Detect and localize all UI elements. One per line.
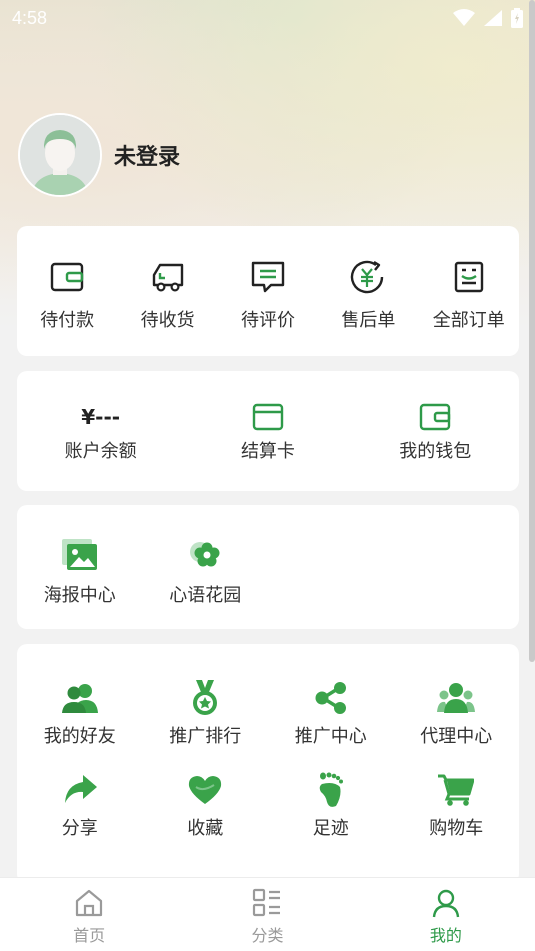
my-friends[interactable]: 我的好友 [17, 678, 143, 748]
category-icon [253, 888, 281, 917]
profile-header[interactable]: 未登录 [18, 113, 180, 197]
forward-arrow-icon [64, 775, 97, 803]
agent-center[interactable]: 代理中心 [394, 678, 520, 748]
battery-icon [511, 8, 523, 28]
flower-icon [190, 542, 220, 567]
order-pending-review[interactable]: 待评价 [218, 258, 318, 332]
my-wallet[interactable]: 我的钱包 [352, 401, 519, 463]
status-time: 4:58 [12, 7, 48, 28]
balance-value: ¥--- [81, 405, 121, 429]
heart-icon [189, 776, 222, 804]
purse-icon [420, 403, 451, 431]
order-label: 待收货 [140, 310, 195, 331]
scrollbar[interactable] [529, 0, 535, 662]
poster-center[interactable]: 海报中心 [17, 535, 143, 607]
status-icons [453, 8, 523, 28]
service-label: 代理中心 [420, 726, 493, 747]
service-label: 分享 [61, 818, 98, 839]
favorites[interactable]: 收藏 [143, 770, 269, 840]
comment-icon [251, 261, 285, 293]
tab-label: 我的 [429, 926, 462, 945]
settlement-card[interactable]: 结算卡 [184, 401, 351, 463]
tab-label: 首页 [73, 926, 106, 945]
card-icon [252, 403, 284, 431]
card-label: 结算卡 [240, 441, 295, 462]
tab-label: 分类 [251, 926, 284, 945]
order-label: 售后单 [341, 310, 396, 331]
cart-icon [438, 774, 475, 806]
user-icon [432, 889, 460, 918]
tab-category[interactable]: 分类 [178, 878, 356, 951]
service-label: 购物车 [429, 818, 484, 839]
orders-icon [454, 261, 483, 293]
home-icon [76, 889, 103, 917]
service-label: 我的好友 [43, 726, 116, 747]
heart-garden[interactable]: 心语花园 [143, 535, 269, 607]
tab-home[interactable]: 首页 [0, 878, 178, 951]
share[interactable]: 分享 [17, 770, 143, 840]
wallet-icon [50, 262, 84, 292]
order-label: 待评价 [240, 310, 295, 331]
truck-icon [152, 263, 183, 292]
picture-icon [61, 539, 97, 570]
purse-label: 我的钱包 [399, 441, 472, 462]
share-nodes-icon [315, 682, 346, 714]
services-card: 我的好友 推广排行 推广中心 代理中心 分享 收藏 足迹 购物车 [17, 644, 519, 884]
order-pending-receipt[interactable]: 待收货 [117, 258, 217, 332]
medal-icon [193, 680, 218, 715]
footprints[interactable]: 足迹 [268, 770, 394, 840]
account-balance[interactable]: ¥--- 账户余额 [17, 401, 184, 463]
status-bar: 4:58 [0, 0, 535, 36]
service-label: 足迹 [312, 818, 349, 839]
profile-name[interactable]: 未登录 [114, 139, 180, 171]
tools-card: 海报中心 心语花园 [17, 505, 519, 629]
promotion-ranking[interactable]: 推广排行 [143, 678, 269, 748]
order-all[interactable]: 全部订单 [419, 258, 519, 332]
shopping-cart[interactable]: 购物车 [394, 770, 520, 840]
bottom-tab-bar: 首页 分类 我的 [0, 877, 535, 951]
friends-icon [61, 684, 98, 713]
refund-icon [351, 260, 384, 294]
balance-label: 账户余额 [64, 441, 137, 462]
avatar[interactable] [18, 113, 102, 197]
agents-icon [437, 683, 476, 713]
service-label: 推广中心 [294, 726, 367, 747]
tool-label: 心语花园 [169, 585, 242, 606]
order-pending-payment[interactable]: 待付款 [17, 258, 117, 332]
service-label: 收藏 [187, 818, 224, 839]
tab-mine[interactable]: 我的 [357, 878, 535, 951]
signal-icon [484, 10, 502, 26]
wallet-card: ¥--- 账户余额 结算卡 我的钱包 [17, 371, 519, 491]
order-label: 待付款 [40, 310, 95, 331]
promotion-center[interactable]: 推广中心 [268, 678, 394, 748]
footprint-icon [319, 772, 343, 807]
default-avatar-icon [20, 115, 100, 195]
order-after-sales[interactable]: 售后单 [318, 258, 418, 332]
service-label: 推广排行 [169, 726, 242, 747]
wifi-icon [453, 9, 475, 26]
orders-card: 待付款 待收货 待评价 售后单 全部订单 [17, 226, 519, 356]
order-label: 全部订单 [432, 310, 505, 331]
tool-label: 海报中心 [43, 585, 116, 606]
